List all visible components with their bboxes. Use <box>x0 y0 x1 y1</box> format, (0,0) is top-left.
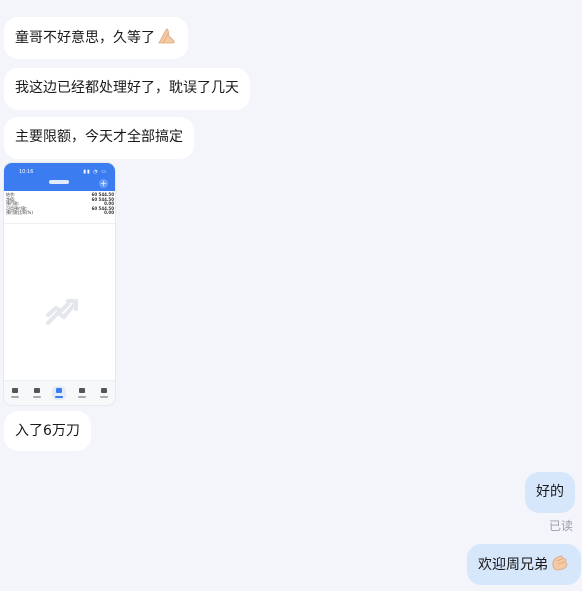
phone-status-time: 10:16 <box>19 169 34 175</box>
phone-title <box>49 180 69 184</box>
clapping-hands-icon <box>550 554 570 578</box>
chart-tab-icon <box>30 386 44 400</box>
message-bubble[interactable]: 我这边已经都处理好了，耽误了几天 <box>4 68 250 110</box>
message-text: 我这边已经都处理好了，耽误了几天 <box>15 80 239 96</box>
quotes-tab-icon <box>8 386 22 400</box>
read-status: 已读 <box>549 519 574 533</box>
message-bubble[interactable]: 童哥不好意思，久等了 <box>4 17 188 59</box>
history-tab-icon <box>75 386 89 400</box>
image-message[interactable]: 10:16 ▮▮ ◔ ▭ + 结余: 60 544.50 净值: 60 544.50… <box>4 163 115 405</box>
message-text: 主要限额，今天才全部搞定 <box>15 129 183 145</box>
settings-tab-icon <box>97 386 111 400</box>
outgoing-message-bubble[interactable]: 好的 <box>525 472 575 513</box>
divider <box>4 223 115 224</box>
chat-window: 童哥不好意思，久等了 我这边已经都处理好了，耽误了几天 主要限额，今天才全部搞定… <box>0 0 582 591</box>
trade-tab-icon <box>52 386 67 400</box>
phone-app-header: 10:16 ▮▮ ◔ ▭ + <box>4 163 115 191</box>
account-summary: 结余: 60 544.50 净值: 60 544.50 预付款: 0.00 可用预付款… <box>6 192 114 216</box>
phone-tab-bar <box>4 380 115 405</box>
summary-row: 预付款比率(%) 0.00 <box>6 210 114 216</box>
message-bubble[interactable]: 入了6万刀 <box>4 411 91 451</box>
message-text: 好的 <box>536 484 564 500</box>
message-text: 欢迎周兄弟 <box>478 557 548 573</box>
phone-signal-icon: ▮▮ ◔ ▭ <box>83 169 107 175</box>
plus-icon: + <box>99 179 108 188</box>
hands-pressed-icon <box>157 27 177 51</box>
message-text: 童哥不好意思，久等了 <box>15 30 155 46</box>
message-text: 入了6万刀 <box>15 423 80 439</box>
trend-chart-icon <box>44 295 80 327</box>
outgoing-message-bubble[interactable]: 欢迎周兄弟 <box>467 544 581 585</box>
message-bubble[interactable]: 主要限额，今天才全部搞定 <box>4 117 194 159</box>
